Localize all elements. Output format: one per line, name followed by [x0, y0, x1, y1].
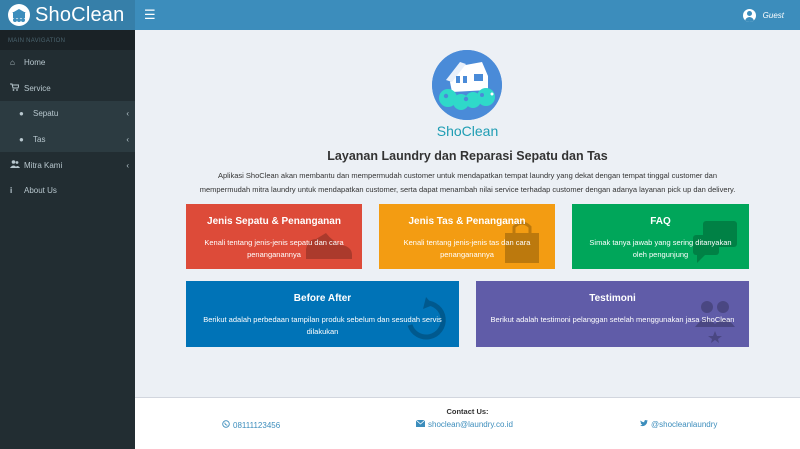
- card-title: Jenis Tas & Penanganan: [408, 216, 526, 227]
- contact-phone[interactable]: 08111123456: [222, 420, 280, 430]
- shoclean-brand-logo-icon: [432, 50, 502, 120]
- sidebar-item-home[interactable]: ⌂ Home: [0, 50, 135, 76]
- envelope-icon: [415, 419, 426, 429]
- card-title: FAQ: [650, 216, 671, 227]
- shoclean-logo-icon: [8, 4, 30, 26]
- contact-twitter[interactable]: @shocleanlaundry: [640, 420, 717, 429]
- twitter-icon: [640, 420, 648, 429]
- top-header: ShoClean ☰ Guest: [0, 0, 800, 30]
- sidebar-item-label: Mitra Kami: [24, 160, 63, 170]
- card-testimoni[interactable]: Testimoni Berikut adalah testimoni pelan…: [476, 281, 749, 347]
- footer: Contact Us: 08111123456 shoclean@laundry…: [135, 397, 800, 449]
- circle-icon: ●: [19, 135, 24, 145]
- chevron-left-icon: ‹: [126, 135, 129, 145]
- hamburger-icon[interactable]: ☰: [144, 7, 156, 23]
- sidebar-item-mitra-kami[interactable]: Mitra Kami ‹: [0, 152, 135, 178]
- whatsapp-icon: [222, 420, 230, 430]
- sidebar-item-about-us[interactable]: i About Us: [0, 178, 135, 204]
- card-jenis-sepatu[interactable]: Jenis Sepatu & Penanganan Kenali tentang…: [186, 204, 362, 269]
- info-icon: i: [10, 186, 13, 196]
- sidebar-item-tas[interactable]: ● Tas ‹: [0, 126, 135, 153]
- contact-phone-text: 08111123456: [233, 420, 281, 430]
- card-title: Jenis Sepatu & Penanganan: [207, 216, 341, 227]
- description-line: Aplikasi ShoClean akan membantu dan memp…: [217, 171, 718, 180]
- home-icon: ⌂: [10, 58, 15, 68]
- card-title: Testimoni: [589, 293, 636, 304]
- card-text: Kenali tentang jenis-jenis sepatu dan ca…: [204, 238, 344, 259]
- contact-email-text: shoclean@laundry.co.id: [428, 420, 513, 429]
- card-text: Simak tanya jawab yang sering ditanyakan…: [589, 238, 732, 259]
- card-text: Kenali tentang jenis-jenis tas dan cara …: [403, 238, 531, 259]
- user-menu[interactable]: Guest: [742, 8, 800, 22]
- description-line: mempermudah mitra laundry untuk mendapat…: [199, 185, 736, 194]
- chevron-left-icon: ‹: [126, 160, 129, 170]
- logo-text: ShoClean: [35, 3, 125, 26]
- user-name: Guest: [762, 10, 784, 20]
- card-text: Berikut adalah perbedaan tampilan produk…: [203, 315, 442, 336]
- users-icon: [10, 160, 22, 170]
- sidebar: MAIN NAVIGATION ⌂ Home Service ● Sepatu …: [0, 30, 135, 449]
- card-faq[interactable]: FAQ Simak tanya jawab yang sering ditany…: [572, 204, 749, 269]
- sidebar-item-label: Service: [24, 83, 51, 93]
- sidebar-header: MAIN NAVIGATION: [0, 30, 135, 50]
- contact-label: Contact Us:: [446, 407, 489, 416]
- logo[interactable]: ShoClean: [0, 0, 135, 30]
- sidebar-item-sepatu[interactable]: ● Sepatu ‹: [0, 101, 135, 127]
- brand-name: ShoClean: [436, 123, 499, 139]
- page-description: Aplikasi ShoClean akan membantu dan memp…: [175, 169, 760, 197]
- user-circle-icon: [742, 8, 756, 22]
- sidebar-item-label: Home: [24, 58, 46, 68]
- card-title: Before After: [293, 293, 352, 304]
- contact-email[interactable]: shoclean@laundry.co.id: [415, 419, 513, 429]
- sidebar-item-label: About Us: [24, 186, 57, 196]
- main-content: ShoClean Layanan Laundry dan Reparasi Se…: [135, 30, 800, 397]
- cart-icon: [10, 83, 22, 93]
- card-jenis-tas[interactable]: Jenis Tas & Penanganan Kenali tentang je…: [379, 204, 555, 269]
- chevron-left-icon: ‹: [126, 109, 129, 119]
- card-text: Berikut adalah testimoni pelanggan setel…: [490, 315, 735, 324]
- circle-icon: ●: [19, 109, 24, 119]
- sidebar-item-service[interactable]: Service: [0, 76, 135, 102]
- card-before-after[interactable]: Before After Berikut adalah perbedaan ta…: [186, 281, 459, 347]
- page-title: Layanan Laundry dan Reparasi Sepatu dan …: [327, 149, 608, 163]
- sidebar-item-label: Tas: [33, 135, 46, 145]
- sidebar-item-label: Sepatu: [33, 109, 59, 119]
- contact-twitter-text: @shocleanlaundry: [651, 420, 718, 429]
